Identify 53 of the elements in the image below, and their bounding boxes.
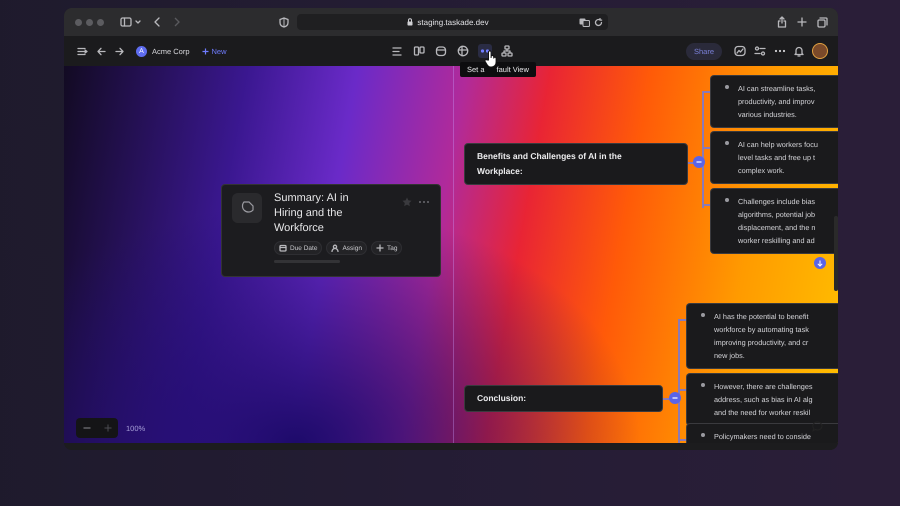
plus-icon [376,244,384,252]
forward-icon [173,17,181,27]
list-view-icon [391,45,403,57]
activity-icon[interactable] [734,45,746,57]
scrollbar[interactable] [834,216,838,291]
bullet-icon [725,141,729,145]
bell-icon[interactable] [794,45,804,57]
bullet-icon [701,433,705,437]
star-icon[interactable] [402,197,412,207]
view-tab[interactable] [500,44,514,58]
user-avatar[interactable] [812,43,828,59]
person-icon [331,244,340,252]
filter-icon[interactable] [754,45,766,57]
topic-text: Benefits and Challenges of AI in the Workplace: [477,150,623,178]
calendar-view-icon [435,45,447,57]
more-icon[interactable] [774,49,786,53]
topic-node[interactable]: Conclusion: [464,385,663,412]
scroll-down-button[interactable] [814,257,826,269]
translate-icon[interactable] [579,18,590,26]
sidebar-icon[interactable] [120,17,132,27]
view-tab[interactable] [456,44,470,58]
table-view-icon [457,45,469,57]
topic-node[interactable]: Benefits and Challenges of AI in the Workplace: [464,143,688,185]
arrow-down-icon [817,260,823,266]
bullet-icon [725,198,729,202]
card-title: Summary: AI in Hiring and the Workforce [274,191,350,236]
address-field[interactable]: staging.taskade.dev [297,14,608,30]
forward-icon[interactable] [115,46,124,56]
board-view-icon [413,45,425,57]
new-tab-icon[interactable] [797,17,807,27]
back-icon[interactable] [97,46,106,56]
tabs-icon[interactable] [817,16,828,28]
bullet-icon [701,383,705,387]
minus-icon [696,159,702,165]
document-icon [232,193,262,223]
bullet-icon [701,313,705,317]
org-chart-view-icon [501,45,513,57]
share-icon[interactable] [777,16,787,28]
back-icon[interactable] [153,17,161,27]
plus-icon [202,48,209,54]
view-tab[interactable] [434,44,448,58]
reload-icon[interactable] [594,18,603,26]
view-tab[interactable] [412,44,426,58]
menu-icon[interactable] [77,46,88,56]
collapse-button[interactable] [669,392,681,404]
lock-icon [407,18,414,26]
chevron-down-icon[interactable] [135,19,141,25]
shield-icon[interactable] [279,16,289,28]
topic-text: Conclusion: [477,392,526,405]
calendar-icon [279,244,287,252]
bullet-icon [725,85,729,89]
minus-icon [672,395,678,401]
collapse-button[interactable] [693,156,705,168]
